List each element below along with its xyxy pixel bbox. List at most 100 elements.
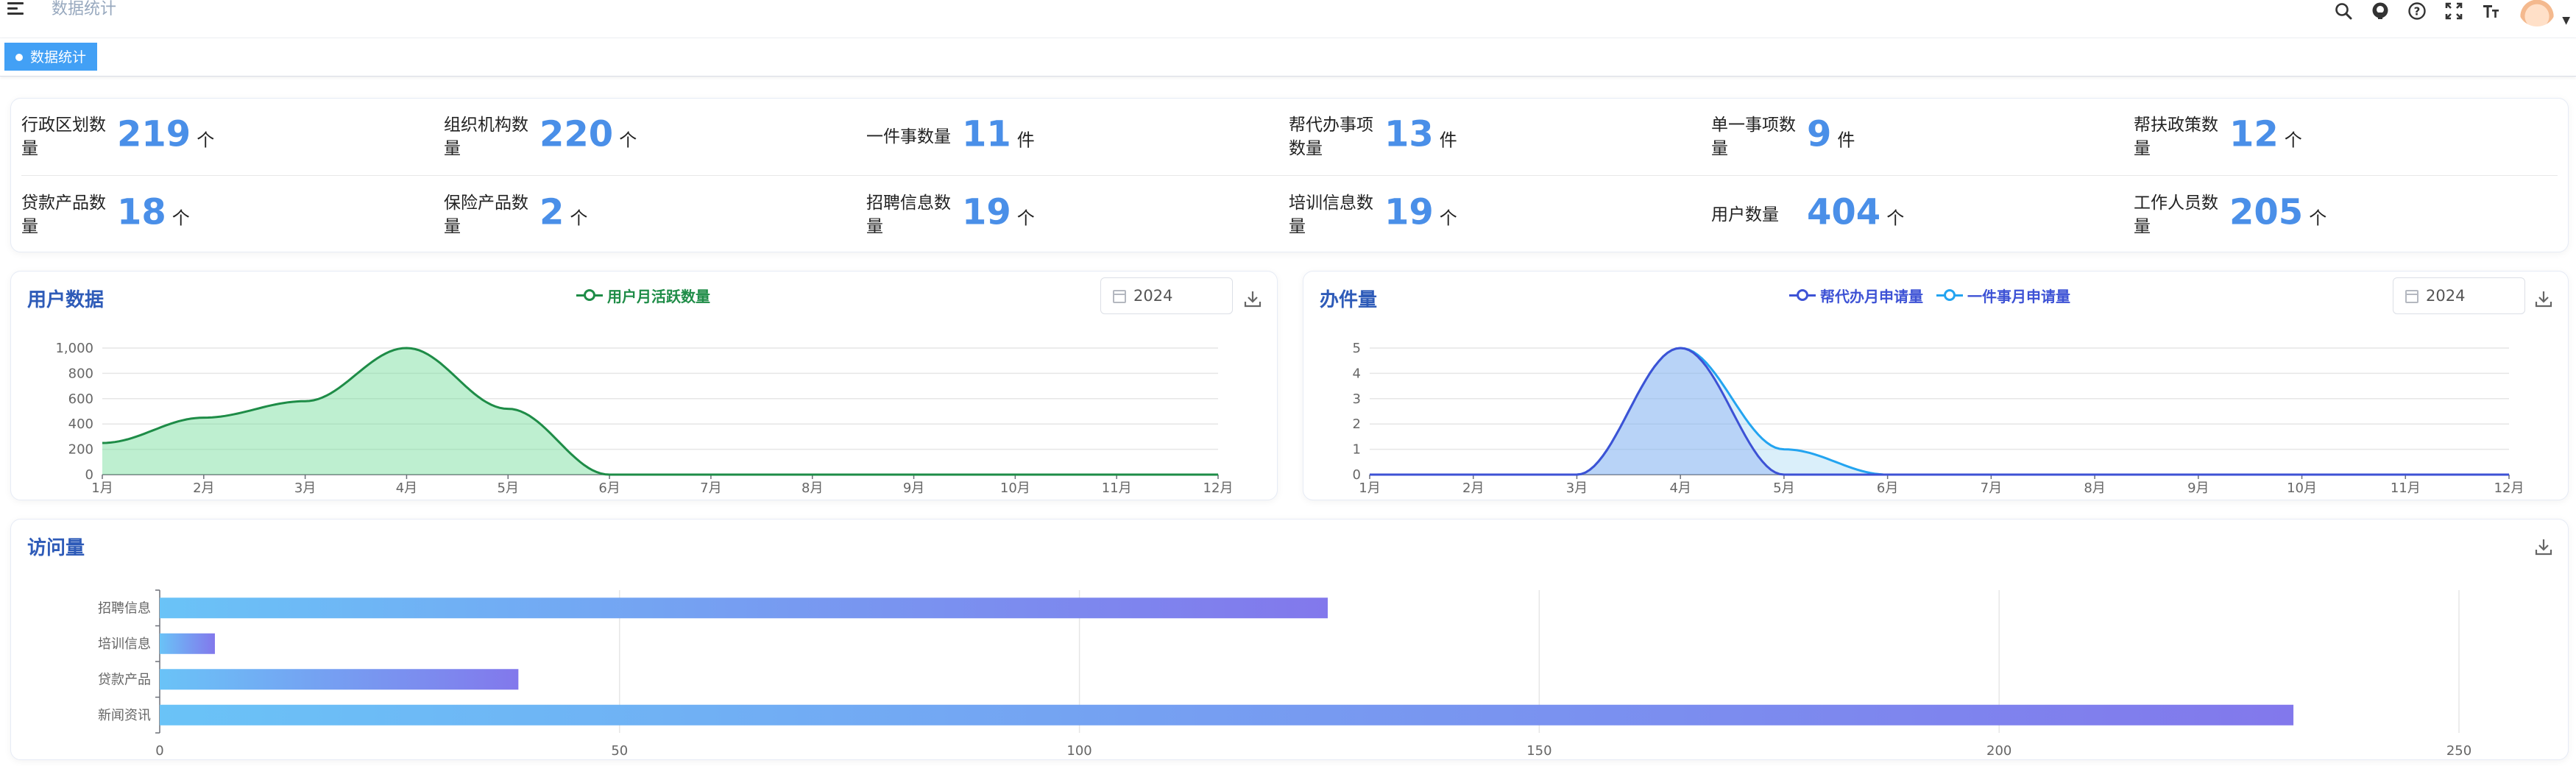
stat-value: 19 个 bbox=[1384, 192, 1457, 233]
user-chart-title: 用户数据 bbox=[27, 289, 105, 311]
search-icon[interactable] bbox=[2332, 0, 2355, 22]
legend-marker-icon bbox=[576, 288, 603, 302]
bar-培训信息 bbox=[160, 633, 215, 654]
stat-value: 13 件 bbox=[1384, 114, 1457, 155]
download-icon[interactable] bbox=[1243, 289, 1262, 308]
stat-item: 行政区划数量 219 个 bbox=[21, 107, 434, 166]
y-tick-label: 200 bbox=[68, 442, 93, 458]
y-tick-label: 5 bbox=[1353, 341, 1361, 356]
work-year-picker[interactable]: 2024 bbox=[2393, 277, 2525, 314]
stat-item: 组织机构数量 220 个 bbox=[444, 107, 856, 166]
x-tick-label: 2月 bbox=[1462, 480, 1484, 496]
legend-item-user-monthly-active[interactable]: 用户月活跃数量 bbox=[576, 285, 710, 306]
hamburger-menu-icon[interactable] bbox=[7, 0, 25, 19]
row-divider bbox=[21, 175, 2558, 176]
y-tick-label: 培训信息 bbox=[98, 636, 151, 652]
legend-marker-icon bbox=[1789, 288, 1816, 302]
stat-unit: 个 bbox=[1886, 208, 1905, 229]
stat-value: 11 件 bbox=[962, 114, 1035, 155]
stat-unit: 个 bbox=[171, 208, 190, 229]
github-icon[interactable] bbox=[2368, 0, 2392, 22]
legend-item-helper-monthly[interactable]: 帮代办月申请量 bbox=[1789, 285, 1923, 306]
download-icon[interactable] bbox=[2534, 289, 2553, 308]
y-tick-label: 600 bbox=[68, 391, 93, 407]
x-tick-label: 1月 bbox=[1359, 480, 1380, 496]
user-data-card: 用户数据 用户月活跃数量 2024 0 200 400 600 800 1,000 1月 2月… bbox=[10, 271, 1278, 500]
stat-number: 19 bbox=[1384, 191, 1434, 233]
y-tick-label: 1 bbox=[1353, 442, 1361, 458]
tags-view-bar: 数据统计 bbox=[0, 38, 2576, 77]
stat-unit: 个 bbox=[197, 130, 215, 151]
stat-unit: 个 bbox=[1016, 208, 1035, 229]
stat-unit: 个 bbox=[570, 208, 588, 229]
fullscreen-icon[interactable] bbox=[2442, 0, 2466, 22]
legend-item-oneitem-monthly[interactable]: 一件事月申请量 bbox=[1936, 285, 2070, 306]
y-tick-label: 贷款产品 bbox=[98, 672, 151, 687]
x-tick-label: 4月 bbox=[396, 480, 417, 496]
tag-data-statistics[interactable]: 数据统计 bbox=[4, 43, 98, 71]
work-chart-legend[interactable]: 帮代办月申请量 一件事月申请量 bbox=[1789, 285, 2070, 305]
y-tick-label: 0 bbox=[85, 467, 93, 483]
series-area-1 bbox=[1370, 348, 2509, 475]
stat-label: 行政区划数量 bbox=[21, 116, 106, 158]
calendar-icon bbox=[1113, 290, 1126, 303]
stat-item: 帮代办事项数量 13 件 bbox=[1289, 107, 1701, 166]
x-tick-label: 8月 bbox=[802, 480, 823, 496]
breadcrumb[interactable]: 数据统计 bbox=[52, 0, 116, 19]
stat-number: 13 bbox=[1384, 113, 1434, 155]
stat-value: 205 个 bbox=[2229, 192, 2326, 233]
navbar-tools: ? ▼ bbox=[2311, 0, 2576, 26]
x-tick-label: 9月 bbox=[2187, 480, 2209, 496]
x-tick-label: 0 bbox=[155, 743, 163, 759]
work-chart-title: 办件量 bbox=[1320, 289, 1378, 311]
stat-item: 工作人员数量 205 个 bbox=[2134, 185, 2546, 244]
x-tick-label: 250 bbox=[2446, 743, 2471, 759]
y-tick-label: 1,000 bbox=[55, 341, 93, 356]
y-tick-label: 800 bbox=[68, 366, 93, 381]
stat-label: 贷款产品数量 bbox=[21, 194, 106, 236]
x-tick-label: 12月 bbox=[2494, 480, 2524, 496]
stat-value: 18 个 bbox=[117, 192, 190, 233]
x-tick-label: 12月 bbox=[1203, 480, 1234, 496]
statistics-summary-card: 行政区划数量 219 个 组织机构数量 220 个一件事数量 11 件 帮代办事项数量 13 件单一… bbox=[10, 98, 2569, 252]
visit-volume-card: 访问量 0 50 100 150 200 250 招聘信息 培训信息 贷款产品 新闻资讯 bbox=[10, 519, 2569, 760]
stat-unit: 个 bbox=[619, 130, 637, 151]
stat-number: 205 bbox=[2229, 191, 2304, 233]
font-size-icon[interactable] bbox=[2479, 0, 2502, 22]
x-tick-label: 10月 bbox=[2287, 480, 2317, 496]
user-year-picker[interactable]: 2024 bbox=[1100, 277, 1233, 314]
work-volume-card: 办件量 帮代办月申请量 一件事月申请量 2024 0 1 2 3 4 5 1月 2月 3月 4月 5… bbox=[1303, 271, 2569, 500]
work-chart-svg: 0 1 2 3 4 5 1月 2月 3月 4月 5月 6月 7月 8月 9月 10月 11月 12月 bbox=[1353, 341, 2524, 496]
stat-label: 一件事数量 bbox=[866, 127, 951, 146]
stat-item: 帮扶政策数量 12 个 bbox=[2134, 107, 2546, 166]
stat-label: 帮扶政策数量 bbox=[2134, 116, 2218, 158]
user-chart-legend[interactable]: 用户月活跃数量 bbox=[576, 285, 710, 305]
stat-label: 培训信息数量 bbox=[1289, 194, 1373, 236]
stat-item: 单一事项数量 9 件 bbox=[1711, 107, 2123, 166]
caret-down-icon[interactable]: ▼ bbox=[2562, 15, 2570, 26]
legend-label: 一件事月申请量 bbox=[1967, 287, 2070, 305]
stat-number: 18 bbox=[117, 191, 166, 233]
x-tick-label: 50 bbox=[611, 743, 628, 759]
x-tick-label: 5月 bbox=[1773, 480, 1794, 496]
stat-unit: 件 bbox=[1016, 130, 1035, 151]
x-tick-label: 8月 bbox=[2084, 480, 2105, 496]
x-tick-label: 5月 bbox=[498, 480, 519, 496]
stat-label: 用户数量 bbox=[1711, 205, 1779, 224]
series-line-0 bbox=[102, 347, 1218, 476]
stat-label: 组织机构数量 bbox=[444, 116, 528, 158]
avatar[interactable] bbox=[2519, 0, 2555, 26]
stat-item: 用户数量 404 个 bbox=[1711, 185, 2123, 244]
x-tick-label: 9月 bbox=[903, 480, 924, 496]
y-tick-label: 4 bbox=[1353, 366, 1361, 381]
stat-value: 219 个 bbox=[117, 114, 214, 155]
help-icon[interactable]: ? bbox=[2405, 0, 2429, 22]
y-tick-label: 新闻资讯 bbox=[98, 708, 151, 723]
stat-unit: 个 bbox=[1439, 208, 1457, 229]
stat-item: 培训信息数量 19 个 bbox=[1289, 185, 1701, 244]
stat-number: 404 bbox=[1807, 191, 1881, 233]
stat-label: 工作人员数量 bbox=[2134, 194, 2218, 236]
legend-marker-icon bbox=[1936, 288, 1963, 302]
stat-item: 一件事数量 11 件 bbox=[866, 107, 1278, 166]
x-tick-label: 4月 bbox=[1669, 480, 1691, 496]
